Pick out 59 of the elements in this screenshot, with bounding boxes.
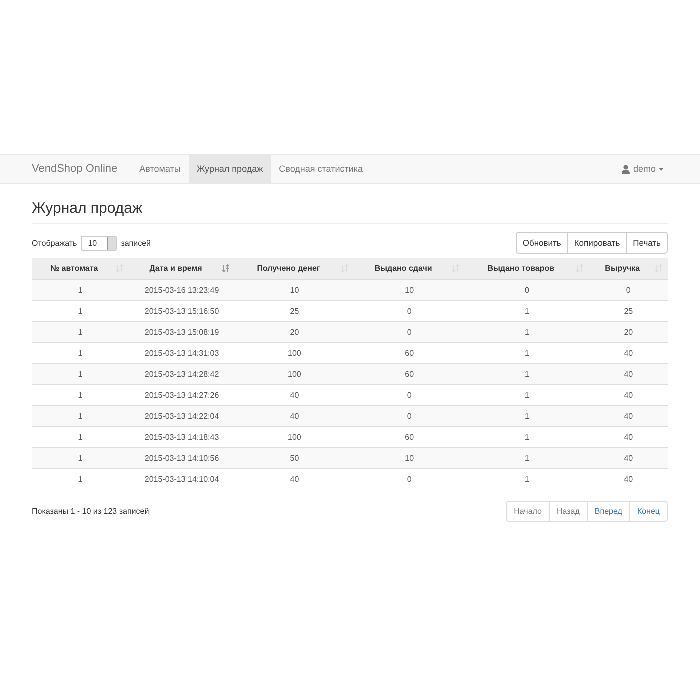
table-cell: 1 bbox=[465, 448, 590, 468]
nav-item[interactable]: Сводная статистика bbox=[271, 155, 372, 183]
table-cell: 40 bbox=[589, 468, 668, 489]
table-cell: 2015-03-13 14:28:42 bbox=[128, 364, 236, 384]
table-cell: 1 bbox=[465, 468, 590, 489]
table-cell: 1 bbox=[465, 364, 590, 384]
table-cell: 2015-03-13 14:22:04 bbox=[128, 406, 236, 426]
length-label: записей bbox=[121, 238, 152, 248]
user-menu[interactable]: demo bbox=[618, 155, 668, 183]
column-header[interactable]: Дата и время bbox=[128, 258, 236, 280]
table-cell: 2015-03-13 14:10:04 bbox=[128, 468, 236, 489]
table-cell: 20 bbox=[235, 322, 354, 342]
table-cell: 0 bbox=[465, 280, 590, 300]
pagination-button[interactable]: Конец bbox=[629, 501, 668, 522]
table-cell: 40 bbox=[235, 406, 354, 426]
table-cell: 40 bbox=[235, 468, 354, 489]
table-cell: 10 bbox=[354, 448, 466, 468]
table-cell: 0 bbox=[354, 322, 466, 342]
table-cell: 1 bbox=[32, 322, 129, 342]
nav-item[interactable]: Журнал продаж bbox=[188, 155, 272, 183]
table-cell: 0 bbox=[354, 406, 466, 426]
table-cell: 2015-03-13 14:10:56 bbox=[128, 448, 236, 468]
table-info: Показаны 1 - 10 из 123 записей bbox=[32, 507, 150, 516]
column-header[interactable]: Получено денег bbox=[235, 258, 354, 280]
table-cell: 40 bbox=[589, 406, 668, 426]
pagination-button[interactable]: Вперед bbox=[586, 501, 630, 522]
toolbar-button[interactable]: Печать bbox=[626, 232, 668, 254]
table-cell: 2015-03-13 15:08:19 bbox=[128, 322, 236, 342]
column-header[interactable]: Выручка bbox=[589, 258, 668, 280]
user-icon bbox=[622, 164, 630, 174]
table-cell: 100 bbox=[235, 364, 354, 384]
page-size-select[interactable]: 10 bbox=[81, 236, 118, 250]
table-cell: 60 bbox=[354, 364, 466, 384]
table-cell: 50 bbox=[235, 448, 354, 468]
table-cell: 40 bbox=[589, 364, 668, 384]
table-cell: 1 bbox=[32, 468, 129, 489]
table-cell: 1 bbox=[32, 406, 129, 426]
table-cell: 0 bbox=[589, 280, 668, 300]
table-cell: 1 bbox=[465, 406, 590, 426]
column-header[interactable]: № автомата bbox=[32, 258, 129, 280]
page-title: Журнал продаж bbox=[32, 200, 668, 224]
length-label: Отображать bbox=[32, 238, 78, 248]
table-cell: 10 bbox=[235, 280, 354, 300]
table-cell: 1 bbox=[32, 364, 129, 384]
table-cell: 2015-03-16 13:23:49 bbox=[128, 280, 236, 300]
column-header[interactable]: Выдано сдачи bbox=[354, 258, 466, 280]
column-header[interactable]: Выдано товаров bbox=[465, 258, 590, 280]
toolbar-button[interactable]: Копировать bbox=[567, 232, 628, 254]
caret-icon bbox=[659, 168, 664, 170]
brand[interactable]: VendShop Online bbox=[32, 155, 118, 183]
toolbar-button[interactable]: Обновить bbox=[516, 232, 568, 254]
nav-item[interactable]: Автоматы bbox=[132, 155, 189, 183]
table-cell: 1 bbox=[465, 322, 590, 342]
table-cell: 10 bbox=[354, 280, 466, 300]
table-cell: 1 bbox=[32, 448, 129, 468]
table-cell: 1 bbox=[32, 280, 129, 300]
table-cell: 0 bbox=[354, 468, 466, 489]
table-cell: 20 bbox=[589, 322, 668, 342]
table-cell: 40 bbox=[589, 448, 668, 468]
